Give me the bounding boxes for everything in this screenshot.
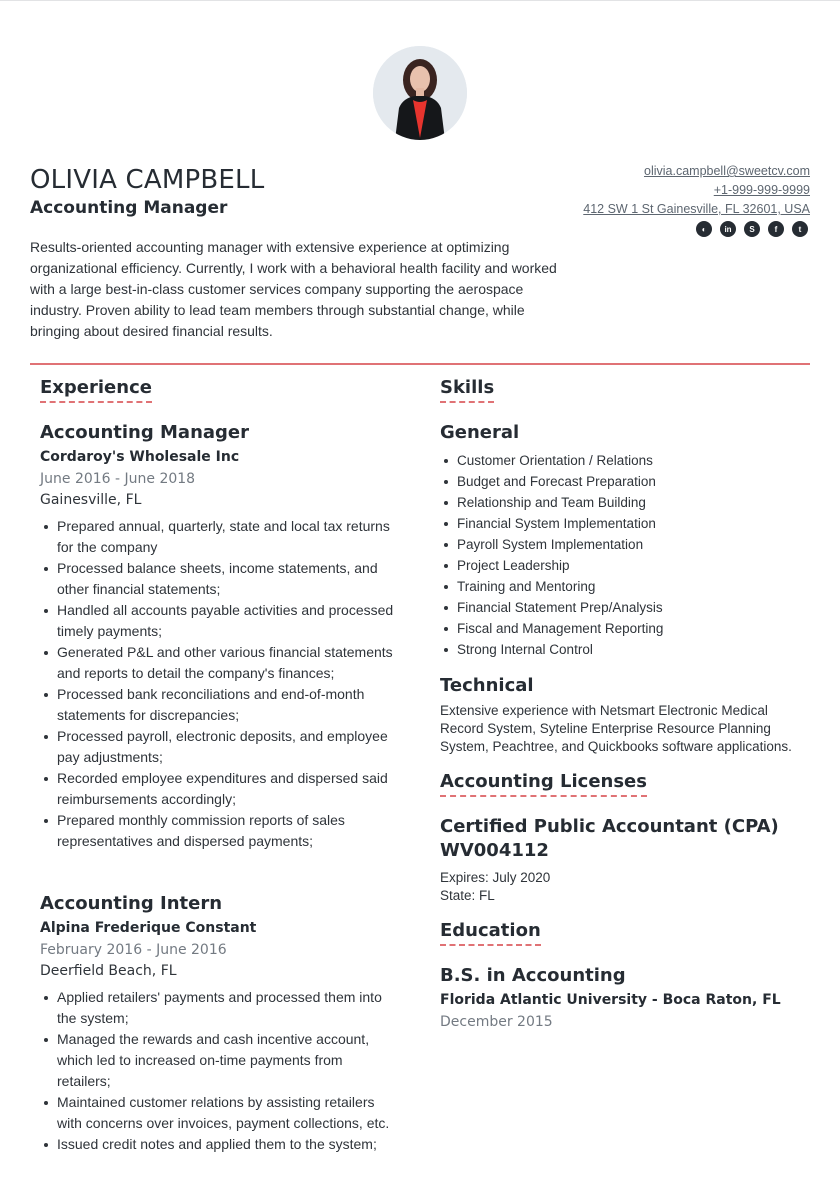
- job-bullet: Processed balance sheets, income stateme…: [40, 558, 400, 600]
- job-bullet: Handled all accounts payable activities …: [40, 600, 400, 642]
- phone-link[interactable]: +1-999-999-9999: [583, 181, 810, 200]
- skype-icon[interactable]: S: [744, 221, 760, 237]
- job-role: Accounting Intern: [40, 893, 223, 914]
- education-degree: B.S. in Accounting: [440, 965, 626, 986]
- job-bullet: Prepared monthly commission reports of s…: [40, 810, 400, 852]
- skill-item: Payroll System Implementation: [440, 534, 810, 555]
- skill-item: Project Leadership: [440, 555, 810, 576]
- twitter-icon[interactable]: t: [792, 221, 808, 237]
- left-column: Experience Accounting Manager Cordaroy's…: [40, 376, 400, 1155]
- job-bullet: Maintained customer relations by assisti…: [40, 1092, 400, 1134]
- job-bullet: Applied retailers' payments and processe…: [40, 987, 400, 1029]
- skill-item: Financial System Implementation: [440, 513, 810, 534]
- social-links: ◐ in S f t: [696, 221, 808, 237]
- globe-icon[interactable]: ◐: [696, 221, 712, 237]
- skill-item: Fiscal and Management Reporting: [440, 618, 810, 639]
- linkedin-icon[interactable]: in: [720, 221, 736, 237]
- email-link[interactable]: olivia.campbell@sweetcv.com: [583, 162, 810, 181]
- skill-item: Relationship and Team Building: [440, 492, 810, 513]
- job-bullet: Recorded employee expenditures and dispe…: [40, 768, 400, 810]
- top-border: [0, 0, 840, 1]
- skill-item: Budget and Forecast Preparation: [440, 471, 810, 492]
- job-dates: February 2016 - June 2016: [40, 942, 227, 958]
- job-bullet: Managed the rewards and cash incentive a…: [40, 1029, 400, 1092]
- candidate-name: OLIVIA CAMPBELL: [30, 165, 265, 195]
- right-column: Skills General Customer Orientation / Re…: [440, 376, 810, 1033]
- summary-text: Results-oriented accounting manager with…: [30, 239, 557, 339]
- profile-photo-illustration: [373, 46, 467, 140]
- header-divider: [30, 363, 810, 365]
- job-entry: Accounting Intern Alpina Frederique Cons…: [40, 892, 400, 1155]
- section-title-skills: Skills: [440, 376, 495, 403]
- contact-block: olivia.campbell@sweetcv.com +1-999-999-9…: [583, 162, 810, 219]
- job-bullets: Applied retailers' payments and processe…: [40, 987, 400, 1155]
- section-title-education: Education: [440, 919, 541, 946]
- job-role: Accounting Manager: [40, 422, 249, 443]
- job-location: Gainesville, FL: [40, 492, 142, 508]
- license-name: Certified Public Accountant (CPA) WV0041…: [440, 816, 779, 861]
- license-state: State: FL: [440, 888, 495, 903]
- skills-technical-text: Extensive experience with Netsmart Elect…: [440, 703, 792, 754]
- skill-item: Training and Mentoring: [440, 576, 810, 597]
- job-company: Cordaroy's Wholesale Inc: [40, 449, 240, 465]
- job-company: Alpina Frederique Constant: [40, 920, 257, 936]
- job-bullet: Prepared annual, quarterly, state and lo…: [40, 516, 400, 558]
- facebook-icon[interactable]: f: [768, 221, 784, 237]
- skills-general-title: General: [440, 422, 520, 443]
- license-expires: Expires: July 2020: [440, 870, 551, 885]
- job-entry: Accounting Manager Cordaroy's Wholesale …: [40, 421, 400, 852]
- job-bullets: Prepared annual, quarterly, state and lo…: [40, 516, 400, 852]
- skills-general-list: Customer Orientation / Relations Budget …: [440, 450, 810, 660]
- skills-technical-title: Technical: [440, 675, 534, 696]
- skill-item: Customer Orientation / Relations: [440, 450, 810, 471]
- education-school: Florida Atlantic University - Boca Raton…: [440, 992, 781, 1008]
- education-date: December 2015: [440, 1014, 553, 1030]
- job-bullet: Generated P&L and other various financia…: [40, 642, 400, 684]
- profile-photo: [373, 46, 467, 140]
- job-bullet: Issued credit notes and applied them to …: [40, 1134, 400, 1155]
- candidate-title: Accounting Manager: [30, 198, 228, 218]
- section-title-licenses: Accounting Licenses: [440, 770, 647, 797]
- skill-item: Strong Internal Control: [440, 639, 810, 660]
- job-bullet: Processed payroll, electronic deposits, …: [40, 726, 400, 768]
- section-title-experience: Experience: [40, 376, 152, 403]
- job-dates: June 2016 - June 2018: [40, 471, 196, 487]
- address-link[interactable]: 412 SW 1 St Gainesville, FL 32601, USA: [583, 200, 810, 219]
- job-location: Deerfield Beach, FL: [40, 963, 177, 979]
- skill-item: Financial Statement Prep/Analysis: [440, 597, 810, 618]
- job-bullet: Processed bank reconciliations and end-o…: [40, 684, 400, 726]
